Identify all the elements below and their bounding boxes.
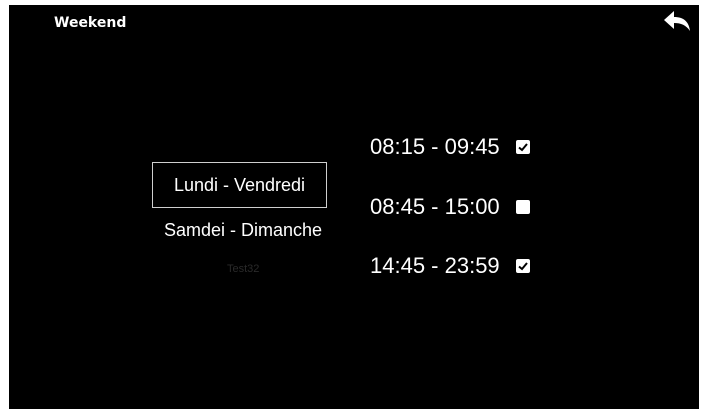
checkmark-icon bbox=[518, 143, 528, 152]
schedule-screen: Weekend Lundi - Vendredi Samdei - Dimanc… bbox=[9, 5, 699, 409]
page-title: Weekend bbox=[54, 15, 127, 31]
day-option-weekdays[interactable]: Lundi - Vendredi bbox=[152, 162, 327, 208]
time-slot-label: 08:15 - 09:45 bbox=[370, 134, 500, 159]
back-arrow-icon bbox=[664, 11, 690, 31]
time-slot: 08:45 - 15:00 bbox=[370, 192, 530, 222]
time-slot-label: 08:45 - 15:00 bbox=[370, 194, 500, 219]
time-slot-checkbox[interactable] bbox=[515, 140, 530, 154]
time-slot-checkbox[interactable] bbox=[515, 200, 530, 214]
time-slot-label: 14:45 - 23:59 bbox=[370, 253, 500, 278]
day-option-weekend[interactable]: Samdei - Dimanche bbox=[143, 217, 343, 243]
faint-label: Test32 bbox=[227, 263, 260, 275]
time-slot: 08:15 - 09:45 bbox=[370, 132, 530, 162]
time-slot: 14:45 - 23:59 bbox=[370, 251, 530, 281]
time-slot-checkbox[interactable] bbox=[515, 259, 530, 273]
checkmark-icon bbox=[518, 262, 528, 271]
back-button[interactable] bbox=[663, 9, 693, 35]
